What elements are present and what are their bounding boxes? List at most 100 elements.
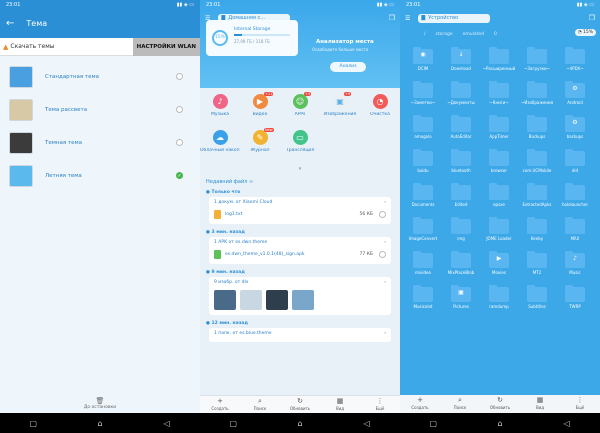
folder-item[interactable]: ♪ Music: [556, 251, 594, 287]
folder-item[interactable]: baidu: [404, 149, 442, 185]
download-themes-link[interactable]: Скачать темы: [10, 43, 132, 50]
toolbar-button[interactable]: ▦ Вид: [326, 396, 354, 413]
folder-item[interactable]: ▣ Pictures: [442, 285, 480, 321]
folder-item[interactable]: Documents: [404, 183, 442, 219]
more-arrow-icon[interactable]: ›: [384, 280, 386, 288]
category-item[interactable]: ▣ Изображения +9: [320, 92, 360, 130]
folder-item[interactable]: ~Заметки~: [404, 81, 442, 117]
menu-icon[interactable]: ☰: [405, 15, 410, 22]
category-item[interactable]: ✎ Журнал New: [240, 128, 280, 166]
folder-item[interactable]: AppTimer: [480, 115, 518, 151]
folder-item[interactable]: com.UCMobile: [518, 149, 556, 185]
folder-item[interactable]: ~Загрузки~: [518, 47, 556, 83]
back-icon[interactable]: ◁: [357, 419, 377, 428]
folder-item[interactable]: amogolo: [404, 115, 442, 151]
toolbar-button[interactable]: + Создать: [406, 395, 434, 413]
folder-item[interactable]: Edited: [442, 183, 480, 219]
radio-button[interactable]: [176, 106, 183, 113]
theme-item[interactable]: Летняя тема ✓: [0, 159, 200, 192]
back-arrow-icon[interactable]: ←: [6, 18, 14, 29]
toolbar-button[interactable]: ↻ Обновить: [486, 395, 514, 413]
recent-apps-icon[interactable]: ▢: [223, 419, 243, 428]
folder-item[interactable]: bluetooth: [442, 149, 480, 185]
home-icon[interactable]: ⌂: [290, 419, 310, 428]
windows-icon[interactable]: ❐: [389, 14, 395, 22]
storage-card[interactable]: 15% Internal Storage 27,09 ГБ / 118 ГБ: [206, 20, 298, 56]
theme-item[interactable]: Темная тема: [0, 126, 200, 159]
folder-item[interactable]: did: [556, 149, 594, 185]
category-item[interactable]: ◔ Очистка: [360, 94, 400, 130]
recent-card[interactable]: 9 изобр. от dlx ›: [209, 277, 391, 315]
folder-item[interactable]: ExtractedApks: [518, 183, 556, 219]
folder-item[interactable]: JOME Loader: [480, 217, 518, 253]
analyze-button[interactable]: Анализ: [330, 62, 366, 72]
folder-item[interactable]: ramdump: [480, 285, 518, 321]
back-icon[interactable]: ◁: [557, 419, 577, 428]
folder-item[interactable]: ↓ Download: [442, 47, 480, 83]
home-icon[interactable]: ⌂: [90, 419, 110, 428]
folder-item[interactable]: browser: [480, 149, 518, 185]
folder-item[interactable]: img: [442, 217, 480, 253]
recent-card[interactable]: 1 APK от es.dwn.theme › es.dwn_theme_v1.0.…: [209, 237, 391, 264]
wlan-settings-button[interactable]: НАСТРОЙКИ WLAN: [132, 37, 200, 56]
folder-item[interactable]: ~Документы: [442, 81, 480, 117]
disk-usage-badge[interactable]: ◔ 15%: [574, 29, 596, 36]
image-thumbnail[interactable]: [240, 290, 262, 310]
more-arrow-icon[interactable]: ›: [384, 331, 386, 339]
home-icon[interactable]: ⌂: [490, 419, 510, 428]
folder-item[interactable]: ⚙ backups: [556, 115, 594, 151]
category-item[interactable]: ▶ Видео +11: [240, 92, 280, 130]
folder-item[interactable]: ~4PDA~: [556, 47, 594, 83]
folder-item[interactable]: TWRP: [556, 285, 594, 321]
theme-item[interactable]: Тема рассвета: [0, 93, 200, 126]
breadcrumb-item[interactable]: /: [424, 32, 426, 37]
stop-button[interactable]: 🗑 До остановки: [0, 397, 200, 413]
more-arrow-icon[interactable]: ›: [384, 240, 386, 248]
folder-item[interactable]: Keeby: [518, 217, 556, 253]
toolbar-button[interactable]: ⋮ Ещё: [566, 395, 594, 413]
folder-item[interactable]: mivideo: [404, 251, 442, 287]
category-item[interactable]: ▭ Трансляция: [280, 130, 320, 166]
image-thumbnail[interactable]: [214, 290, 236, 310]
location-chip[interactable]: ▇ Устройство: [418, 13, 491, 23]
folder-item[interactable]: Backups: [518, 115, 556, 151]
file-row[interactable]: log1.txt 56 КБ: [214, 208, 386, 221]
toolbar-button[interactable]: ⋮ Ещё: [366, 396, 394, 413]
folder-item[interactable]: MT2: [518, 251, 556, 287]
file-row[interactable]: es.dwn_theme_v1.0.1(48)_sign.apk 77 КБ: [214, 248, 386, 261]
folder-item[interactable]: ~Книги~: [480, 81, 518, 117]
recent-card[interactable]: 1 папк. от es.blue.theme ›: [209, 328, 391, 342]
folder-item[interactable]: ~Изображения: [518, 81, 556, 117]
recent-apps-icon[interactable]: ▢: [23, 419, 43, 428]
category-item[interactable]: ☁ Облачный накоп...: [200, 130, 240, 166]
selected-check-icon[interactable]: ✓: [176, 172, 183, 179]
folder-item[interactable]: MixPlaceBlob: [442, 251, 480, 287]
toolbar-button[interactable]: ▦ Вид: [526, 395, 554, 413]
image-thumbnail[interactable]: [292, 290, 314, 310]
category-item[interactable]: ☺ APPs +3: [280, 92, 320, 130]
radio-button[interactable]: [176, 139, 183, 146]
folder-item[interactable]: ~Расширенный: [480, 47, 518, 83]
breadcrumb-item[interactable]: emulated: [463, 32, 484, 37]
folder-item[interactable]: MIUI: [556, 217, 594, 253]
image-thumbnail[interactable]: [266, 290, 288, 310]
breadcrumb-item[interactable]: storage: [436, 32, 453, 37]
radio-button[interactable]: [176, 73, 183, 80]
folder-item[interactable]: ImageConvert: [404, 217, 442, 253]
category-item[interactable]: ♪ Музыка: [200, 94, 240, 130]
folder-item[interactable]: Subtitles: [518, 285, 556, 321]
toolbar-button[interactable]: + Создать: [206, 396, 234, 413]
recent-card[interactable]: 1 докум. от Xiaomi Cloud › log1.txt 56 КБ: [209, 197, 391, 224]
breadcrumb-item[interactable]: 0: [494, 32, 497, 37]
folder-item[interactable]: AutoEditor: [442, 115, 480, 151]
expand-chevron-icon[interactable]: ▾: [200, 166, 400, 176]
folder-item[interactable]: ⚙ Android: [556, 81, 594, 117]
toolbar-button[interactable]: ⌕ Поиск: [446, 395, 474, 413]
windows-icon[interactable]: ❐: [589, 14, 595, 22]
folder-item[interactable]: epsxe: [480, 183, 518, 219]
folder-item[interactable]: ◉ DCIM: [404, 47, 442, 83]
file-checkbox[interactable]: [379, 251, 386, 258]
file-checkbox[interactable]: [379, 211, 386, 218]
back-icon[interactable]: ◁: [157, 419, 177, 428]
folder-item[interactable]: hololauncher: [556, 183, 594, 219]
